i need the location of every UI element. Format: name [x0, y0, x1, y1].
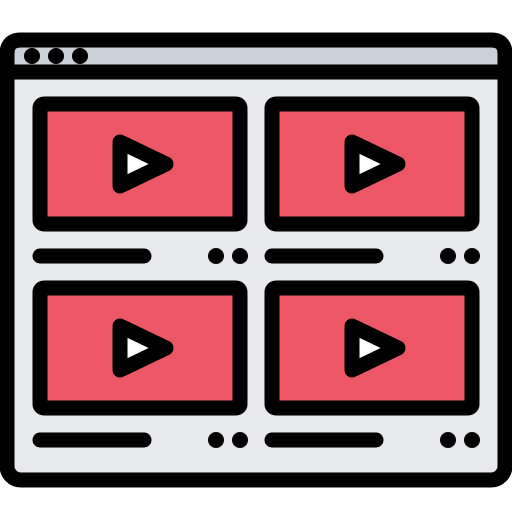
dots-icon[interactable]	[440, 248, 456, 264]
dots-icon[interactable]	[232, 432, 248, 448]
dots-icon[interactable]	[440, 432, 456, 448]
dots-icon[interactable]	[464, 248, 480, 264]
window-dot-icon[interactable]	[72, 48, 88, 64]
window-dot-icon[interactable]	[48, 48, 64, 64]
dots-icon[interactable]	[464, 432, 480, 448]
dots-icon[interactable]	[208, 432, 224, 448]
video-gallery-illustration	[0, 0, 512, 512]
browser-window-icon	[0, 32, 512, 488]
dots-icon[interactable]	[232, 248, 248, 264]
dots-icon[interactable]	[208, 248, 224, 264]
window-dot-icon[interactable]	[24, 48, 40, 64]
